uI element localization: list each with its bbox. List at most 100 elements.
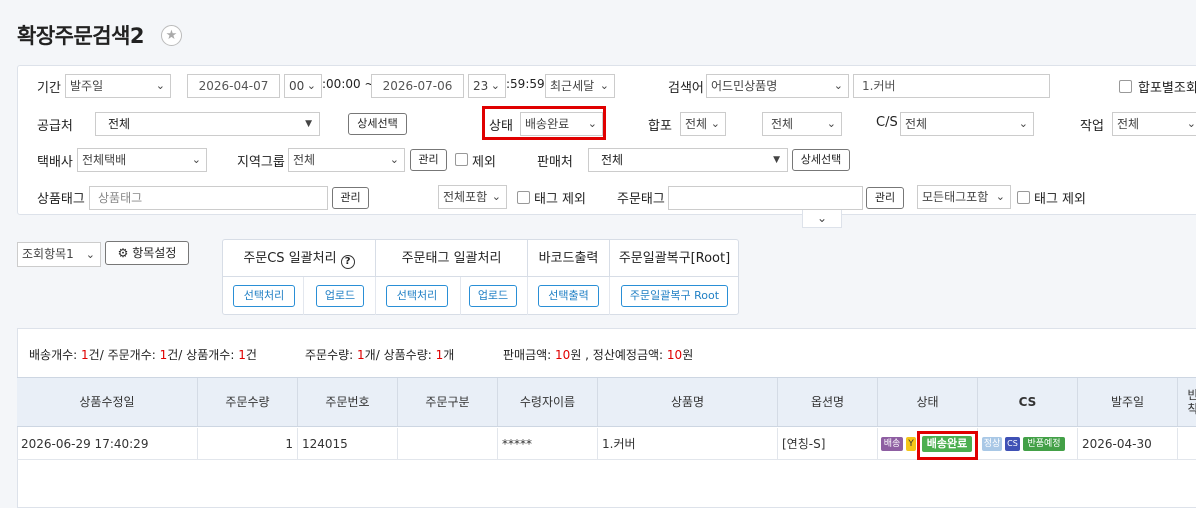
status-highlight-box (482, 106, 606, 140)
expand-filters-chevron-icon[interactable]: ⌄ (802, 210, 842, 228)
chevron-down-icon: ⌄ (995, 190, 1005, 203)
chevron-down-icon: ⌄ (155, 79, 165, 92)
col-product[interactable]: 상품명 (598, 378, 778, 426)
chevron-down-icon: ⌄ (491, 190, 501, 203)
cell-order-date: 2026-04-30 (1078, 428, 1178, 460)
region-select[interactable]: 전체 ⌄ (288, 148, 405, 172)
chevron-down-icon: ⌄ (826, 117, 836, 130)
favorite-star-icon[interactable]: ★ (161, 25, 182, 46)
ship-type-badge: 배송 (881, 437, 903, 451)
cell-return (1178, 428, 1196, 460)
col-return[interactable]: 반착 (1178, 378, 1196, 426)
bulk-tag-header: 주문태그 일괄처리 (376, 240, 528, 277)
triangle-down-icon: ▼ (773, 155, 780, 165)
count-summary: 배송개수: 1건/ 주문개수: 1건/ 상품개수: 1건 (29, 348, 257, 362)
view-preset-select[interactable]: 조회항목1 ⌄ (17, 242, 101, 267)
work-select[interactable]: 전체 ⌄ (1112, 112, 1196, 136)
courier-select[interactable]: 전체택배 ⌄ (77, 148, 207, 172)
region-exclude-label: 제외 (472, 155, 496, 170)
period-label: 기간 (37, 81, 61, 96)
seller-select[interactable]: 전체 ▼ (588, 148, 788, 172)
merge-select-1[interactable]: 전체 ⌄ (680, 112, 726, 136)
order-tag-manage-button[interactable]: 관리 (866, 187, 904, 209)
cs-select-process-button[interactable]: 선택처리 (233, 285, 295, 307)
seller-detail-button[interactable]: 상세선택 (792, 149, 850, 171)
col-option[interactable]: 옵션명 (778, 378, 878, 426)
tag-select-process-button[interactable]: 선택처리 (386, 285, 448, 307)
region-label: 지역그룹 (237, 155, 285, 170)
cell-product: 1.커버 (598, 428, 778, 460)
order-tag-exclude-checkbox[interactable] (1017, 191, 1030, 204)
keyword-input[interactable]: 1.커버 (853, 74, 1050, 98)
order-tag-exclude-label: 태그 제외 (1034, 192, 1086, 207)
product-tag-input[interactable]: 상품태그 (89, 186, 328, 210)
quick-range-select[interactable]: 최근세달 ⌄ (545, 74, 615, 98)
cell-order-no[interactable]: 124015 (298, 428, 398, 460)
cs-upload-button[interactable]: 업로드 (316, 285, 364, 307)
cell-modified: 2026-06-29 17:40:29 (17, 428, 198, 460)
col-order-type[interactable]: 주문구분 (398, 378, 498, 426)
chevron-down-icon: ⌄ (710, 117, 720, 130)
bulk-restore-button[interactable]: 주문일괄복구 Root (621, 285, 728, 307)
tag-include-select[interactable]: 전체포함 ⌄ (438, 185, 507, 209)
period-type-select[interactable]: 발주일 ⌄ (65, 74, 171, 98)
order-tag-include-select[interactable]: 모든태그포함 ⌄ (917, 185, 1011, 209)
col-order-no[interactable]: 주문번호 (298, 378, 398, 426)
column-settings-button[interactable]: ⚙ 항목설정 (105, 241, 189, 265)
chevron-down-icon: ⌄ (833, 79, 843, 92)
page-title: 확장주문검색2 (17, 24, 145, 48)
cell-option: [연칭-S] (778, 428, 878, 460)
supplier-detail-button[interactable]: 상세선택 (348, 113, 407, 135)
cs-label: C/S (876, 115, 898, 130)
col-modified[interactable]: 상품수정일 (17, 378, 198, 426)
help-circle-icon[interactable]: ? (340, 255, 355, 269)
cell-qty: 1 (198, 428, 298, 460)
bulk-actions-panel: 주문CS 일괄처리 ? 주문태그 일괄처리 바코드출력 주문일괄복구[Root]… (222, 239, 739, 315)
keyword-type-select[interactable]: 어드민상품명 ⌄ (706, 74, 849, 98)
time-from-rest: :00:00 ~ (322, 77, 375, 91)
merge-select-2[interactable]: 전체 ⌄ (762, 112, 842, 136)
supplier-label: 공급처 (37, 119, 73, 134)
chevron-down-icon: ⌄ (85, 248, 95, 261)
chevron-down-icon: ⌄ (1186, 117, 1196, 130)
amount-summary: 판매금액: 10원 , 정산예정금액: 10원 (503, 348, 694, 362)
date-from-input[interactable]: 2026-04-07 (187, 74, 280, 98)
product-tag-label: 상품태그 (37, 192, 85, 207)
bulk-barcode-header: 바코드출력 (528, 240, 610, 277)
cs-select[interactable]: 전체 ⌄ (900, 112, 1034, 136)
yellow-badge: Y (906, 437, 916, 451)
date-to-input[interactable]: 2026-07-06 (371, 74, 464, 98)
product-tag-manage-button[interactable]: 관리 (332, 187, 369, 209)
cs-normal-badge: 정상 (982, 437, 1002, 451)
tag-upload-button[interactable]: 업로드 (469, 285, 517, 307)
col-recipient[interactable]: 수령자이름 (498, 378, 598, 426)
work-label: 작업 (1080, 119, 1104, 134)
region-manage-button[interactable]: 관리 (410, 149, 447, 171)
hour-to-select[interactable]: 23 ⌄ (468, 74, 506, 98)
region-exclude-checkbox[interactable] (455, 153, 468, 166)
gear-icon: ⚙ (117, 246, 129, 260)
chevron-down-icon: ⌄ (306, 79, 316, 92)
bulk-cs-header: 주문CS 일괄처리 ? (223, 240, 376, 277)
col-order-date[interactable]: 발주일 (1078, 378, 1178, 426)
merge-search-checkbox[interactable] (1119, 80, 1132, 93)
col-cs[interactable]: CS (978, 378, 1078, 426)
cs-type-badge: CS (1005, 437, 1020, 451)
barcode-print-button[interactable]: 선택출력 (538, 285, 599, 307)
courier-label: 택배사 (37, 155, 73, 170)
table-header: 상품수정일 주문수량 주문번호 주문구분 수령자이름 상품명 옵션명 상태 CS… (17, 377, 1196, 427)
order-tag-label: 주문태그 (617, 192, 665, 207)
seller-label: 판매처 (537, 155, 573, 170)
bulk-restore-header: 주문일괄복구[Root] (610, 240, 739, 277)
return-scheduled-badge: 반품예정 (1023, 437, 1065, 451)
supplier-select[interactable]: 전체 ▼ (95, 112, 320, 136)
col-status[interactable]: 상태 (878, 378, 978, 426)
tag-exclude-checkbox[interactable] (517, 191, 530, 204)
cell-recipient: ***** (498, 428, 598, 460)
chevron-down-icon: ⌄ (490, 79, 500, 92)
order-tag-input[interactable] (668, 186, 863, 210)
status-cell-highlight-box (917, 431, 978, 460)
col-qty[interactable]: 주문수량 (198, 378, 298, 426)
hour-from-select[interactable]: 00 ⌄ (284, 74, 322, 98)
triangle-down-icon: ▼ (305, 119, 312, 129)
